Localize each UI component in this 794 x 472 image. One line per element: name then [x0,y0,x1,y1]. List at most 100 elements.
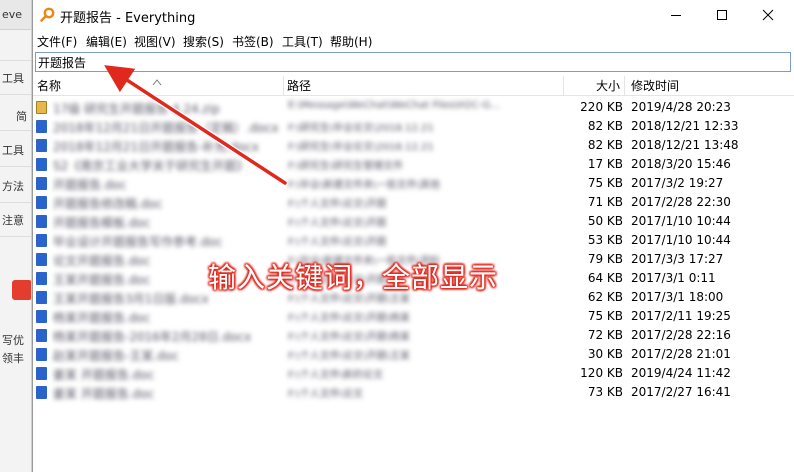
file-modified: 2019/4/28 20:23 [631,100,731,114]
file-size: 30 KB [587,347,623,361]
file-path: F:\研究生\毕业论文\2018.12.21 [288,123,434,134]
file-modified: 2017/2/28 21:01 [631,347,731,361]
file-modified: 2017/2/11 19:25 [631,309,731,323]
file-row[interactable]: 2018年12月21日开题报告-补充.docx F:\研究生\毕业论文\2018.… [33,136,794,155]
file-modified: 2017/1/10 10:44 [631,233,731,247]
word-file-icon [36,291,47,304]
word-file-icon [36,348,47,361]
file-modified: 2017/1/10 10:44 [631,214,731,228]
file-row[interactable]: S2《南京工业大学关于研究生开题》 F:\研究生\研究生管理文件 17 KB 2018… [33,155,794,174]
file-row[interactable]: 姜某 开题报告.doc F:\个人文件\新的论文 120 KB 2019/4/24 1… [33,364,794,383]
title-bar[interactable]: 开题报告 - Everything [33,0,794,30]
file-modified: 2019/4/24 11:42 [631,366,731,380]
file-path: F:\研究生\毕业论文\2018.12.21 [288,142,434,153]
background-item: 领丰 [2,352,24,365]
file-size: 64 KB [587,271,623,285]
file-modified: 2017/2/27 16:41 [631,385,731,399]
results-header: 名称 路径 大小 修改时间 [33,76,794,96]
annotation-caption: 输入关键词，全部显示 [208,261,499,294]
word-file-icon [36,158,47,171]
search-input[interactable] [35,52,791,72]
column-modified-header[interactable]: 修改时间 [631,76,679,96]
background-tab-label: eve [2,8,23,21]
minimize-button[interactable] [653,0,699,30]
file-size: 82 KB [587,138,623,152]
menu-help[interactable]: 帮助(H) [330,33,372,50]
file-path: E:\Message\WeChat\WeChat Files\H2C-G... [288,100,500,111]
file-size: 71 KB [587,195,623,209]
file-size: 50 KB [587,214,623,228]
file-name: S2《南京工业大学关于研究生开题》 [53,159,249,173]
file-path: F:\个人文件\论文\开题 [288,237,387,248]
file-size: 120 KB [580,366,623,380]
file-path: F:\个人文件\论文\开题\王某 [288,351,410,362]
word-file-icon [36,272,47,285]
file-path: F:\个人文件\论文\开题 [288,218,387,229]
file-row[interactable]: 2018年12月21日开题报告（定稿）.docx F:\研究生\毕业论文\2018… [33,117,794,136]
word-file-icon [36,310,47,323]
file-row[interactable]: 17级 研究生开题报告 4.24.zip E:\Message\WeChat\We… [33,98,794,117]
everything-window: 开题报告 - Everything 文件(F) 编辑(E) 视图(V) 搜索(S… [32,0,794,472]
file-row[interactable]: 毕业设计开题报告写作参考.doc F:\个人文件\论文\开题 53 KB 2017/1… [33,231,794,250]
file-modified: 2017/3/2 19:27 [631,176,724,190]
file-name: 开题报告模板.doc [53,216,151,230]
file-name: 姜某 开题报告.doc [53,387,155,401]
menu-search[interactable]: 搜索(S) [183,33,224,50]
maximize-button[interactable] [699,0,745,30]
background-item: 工具 [2,144,24,157]
file-size: 82 KB [587,119,623,133]
file-name: 赵某开题报告-王某.doc [53,349,179,363]
file-modified: 2018/12/21 12:33 [631,119,739,133]
column-path-header[interactable]: 路径 [287,76,311,96]
zip-file-icon [36,101,47,114]
menu-bookmarks[interactable]: 书签(B) [232,33,274,50]
everything-app-icon [40,7,55,22]
file-size: 62 KB [587,290,623,304]
word-file-icon [36,196,47,209]
file-path: F:\个人文件\论文\开题\杨某 [288,332,410,343]
file-modified: 2018/12/21 13:48 [631,138,739,152]
file-modified: 2017/2/28 22:30 [631,195,731,209]
background-item: 方法 [2,180,24,193]
file-size: 75 KB [587,309,623,323]
close-icon [762,9,774,21]
file-row[interactable]: 开题报告修改稿.doc F:\个人文件\论文\开题 71 KB 2017/2/28 2… [33,193,794,212]
file-path: F:\毕业\新建文件夹\一些文件\其他 [288,180,440,191]
word-file-icon [36,367,47,380]
background-item: 注意 [2,214,24,227]
word-file-icon [36,120,47,133]
column-size-header[interactable]: 大小 [596,76,620,96]
file-row[interactable]: 杨某开题报告.doc F:\个人文件\论文\开题\杨某 75 KB 2017/2/11… [33,307,794,326]
word-file-icon [36,177,47,190]
menu-edit[interactable]: 编辑(E) [86,33,127,50]
background-item: 简 [16,110,27,123]
background-tab[interactable]: eve [0,0,31,30]
maximize-icon [717,10,727,20]
background-item: 写优 [2,334,24,347]
file-modified: 2018/3/20 15:46 [631,157,731,171]
file-size: 72 KB [587,328,623,342]
file-size: 53 KB [587,233,623,247]
menu-file[interactable]: 文件(F) [37,33,77,50]
file-row[interactable]: 赵某开题报告-王某.doc F:\个人文件\论文\开题\王某 30 KB 2017/2… [33,345,794,364]
word-file-icon [36,215,47,228]
file-modified: 2017/3/1 0:11 [631,271,716,285]
close-button[interactable] [745,0,791,30]
background-window: eve 工具 简 工具 方法 注意 写优 领丰 [0,0,32,472]
menu-tools[interactable]: 工具(T) [282,33,323,50]
file-row[interactable]: 姜某 开题报告.doc F:\个人文件\论文 73 KB 2017/2/27 16:4… [33,383,794,402]
word-file-icon [36,253,47,266]
file-row[interactable]: 开题报告.doc F:\毕业\新建文件夹\一些文件\其他 75 KB 2017/3/2… [33,174,794,193]
file-size: 73 KB [587,385,623,399]
file-modified: 2017/3/3 17:27 [631,252,724,266]
file-row[interactable]: 杨某开题报告-2016年2月28日.docx F:\个人文件\论文\开题\杨某 72… [33,326,794,345]
menu-view[interactable]: 视图(V) [134,33,176,50]
file-row[interactable]: 开题报告模板.doc F:\个人文件\论文\开题 50 KB 2017/1/10 10… [33,212,794,231]
column-name-header[interactable]: 名称 [37,76,61,96]
file-name: 杨某开题报告.doc [53,311,151,325]
file-size: 17 KB [587,157,623,171]
background-item: 工具 [2,72,24,85]
file-path: F:\个人文件\论文 [288,389,364,400]
file-name: 开题报告修改稿.doc [53,197,163,211]
file-size: 75 KB [587,176,623,190]
